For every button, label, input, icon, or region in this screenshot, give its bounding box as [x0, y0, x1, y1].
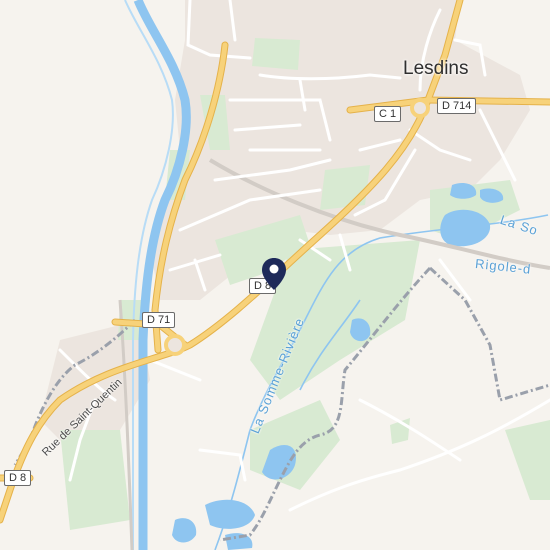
- town-label: Lesdins: [403, 58, 469, 79]
- pond: [172, 518, 197, 543]
- road-shield-d714: D 714: [437, 98, 477, 114]
- road-shield-d8-west: D 8: [4, 470, 32, 486]
- road-shield-d71: D 71: [142, 312, 176, 328]
- roundabout: [410, 98, 430, 118]
- pond: [205, 499, 255, 529]
- green-area: [320, 165, 370, 210]
- roundabout: [164, 334, 186, 356]
- map-view[interactable]: Lesdins C 1 D 714 D 8 D 71 D 8 Rue de Sa…: [0, 0, 550, 550]
- road-shield-c1: C 1: [374, 106, 402, 122]
- admin-boundary: [428, 266, 550, 402]
- green-area: [505, 420, 550, 500]
- green-area: [252, 38, 300, 70]
